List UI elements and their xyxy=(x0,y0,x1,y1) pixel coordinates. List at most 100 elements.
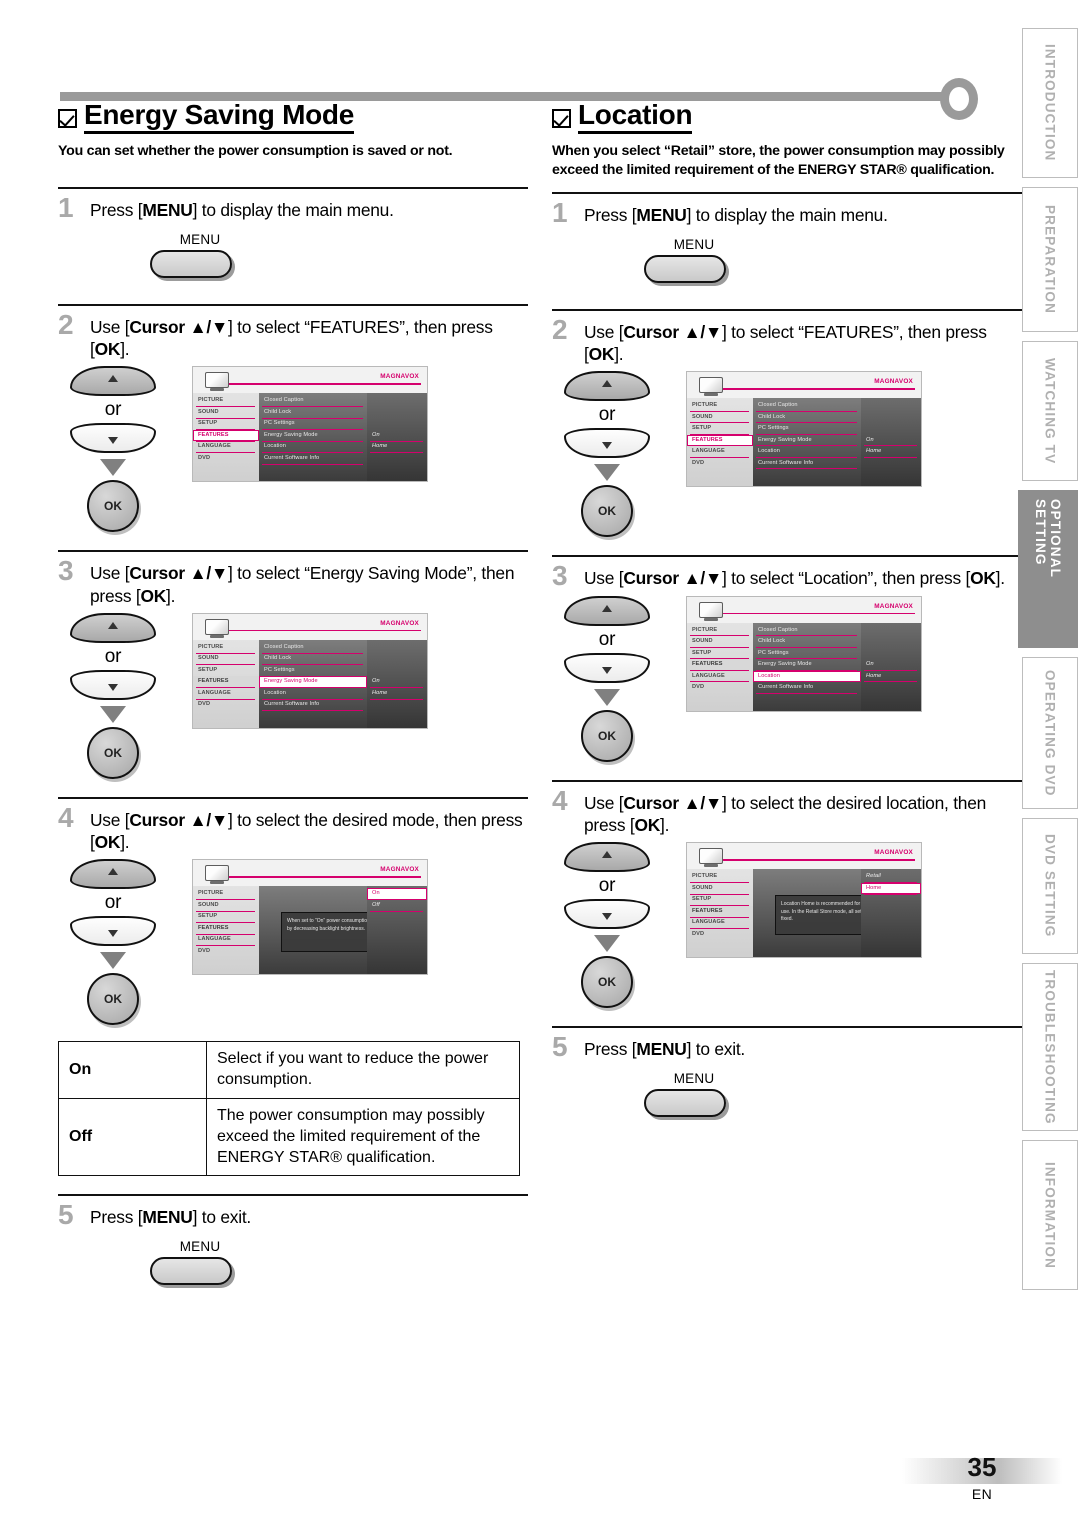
osd-category-picture[interactable]: PICTURE xyxy=(193,642,259,654)
cursor-up-button[interactable] xyxy=(564,595,650,626)
osd-category-setup[interactable]: SETUP xyxy=(193,418,259,430)
osd-category-setup[interactable]: SETUP xyxy=(193,665,259,677)
osd-value-energy-saving-mode[interactable]: On xyxy=(861,435,921,447)
osd-feature-energy-saving-mode[interactable]: Energy Saving Mode xyxy=(259,430,367,442)
cursor-down-button[interactable] xyxy=(70,669,156,700)
osd-category-picture[interactable]: PICTURE xyxy=(687,625,753,637)
osd-category-dvd[interactable]: DVD xyxy=(193,453,259,465)
menu-button[interactable] xyxy=(644,254,726,283)
osd-category-language[interactable]: LANGUAGE xyxy=(687,446,753,458)
osd-category-picture[interactable]: PICTURE xyxy=(193,395,259,407)
osd-category-language[interactable]: LANGUAGE xyxy=(687,917,753,929)
osd-option-on[interactable]: On xyxy=(367,888,427,900)
osd-category-features[interactable]: FEATURES xyxy=(193,922,259,935)
osd-category-sound[interactable]: SOUND xyxy=(687,636,753,648)
sidebar-item-information[interactable]: INFORMATION xyxy=(1022,1140,1078,1290)
sidebar-item-troubleshooting[interactable]: TROUBLESHOOTING xyxy=(1022,963,1078,1131)
osd-feature-closed-caption[interactable]: Closed Caption xyxy=(753,625,861,637)
osd-feature-closed-caption[interactable]: Closed Caption xyxy=(259,395,367,407)
osd-category-sound[interactable]: SOUND xyxy=(687,412,753,424)
osd-feature-location[interactable]: Location xyxy=(259,688,367,700)
cursor-down-button[interactable] xyxy=(70,916,156,947)
osd-feature-child-lock[interactable]: Child Lock xyxy=(753,412,861,424)
osd-value-location[interactable]: Home xyxy=(367,688,427,700)
osd-category-features[interactable]: FEATURES xyxy=(687,659,753,671)
osd-feature-energy-saving-mode[interactable]: Energy Saving Mode xyxy=(753,435,861,447)
osd-feature-pc-settings[interactable]: PC Settings xyxy=(753,648,861,660)
osd-value-location[interactable]: Home xyxy=(861,446,921,458)
ok-button[interactable]: OK xyxy=(87,726,139,779)
osd-category-sound[interactable]: SOUND xyxy=(193,407,259,419)
osd-value-location[interactable]: Home xyxy=(367,441,427,453)
osd-feature-location[interactable]: Location xyxy=(753,446,861,458)
sidebar-item-dvd-setting[interactable]: DVD SETTING xyxy=(1022,818,1078,954)
osd-category-setup[interactable]: SETUP xyxy=(687,894,753,906)
osd-category-picture[interactable]: PICTURE xyxy=(687,400,753,412)
ok-button[interactable]: OK xyxy=(581,709,633,762)
cursor-up-button[interactable] xyxy=(70,612,156,643)
ok-button[interactable]: OK xyxy=(87,973,139,1026)
cursor-down-button[interactable] xyxy=(564,652,650,683)
osd-feature-child-lock[interactable]: Child Lock xyxy=(753,636,861,648)
ok-button[interactable]: OK xyxy=(87,480,139,533)
osd-category-dvd[interactable]: DVD xyxy=(687,458,753,470)
ok-button[interactable]: OK xyxy=(581,956,633,1009)
osd-category-features[interactable]: FEATURES xyxy=(193,676,259,688)
osd-feature-energy-saving-mode[interactable]: Energy Saving Mode xyxy=(259,676,367,688)
osd-category-setup[interactable]: SETUP xyxy=(193,911,259,923)
osd-feature-closed-caption[interactable]: Closed Caption xyxy=(259,642,367,654)
cursor-down-button[interactable] xyxy=(564,428,650,459)
sidebar-item-preparation[interactable]: PREPARATION xyxy=(1022,187,1078,332)
osd-feature-pc-settings[interactable]: PC Settings xyxy=(259,665,367,677)
osd-category-dvd[interactable]: DVD xyxy=(193,946,259,958)
osd-category-dvd[interactable]: DVD xyxy=(687,682,753,694)
osd-category-dvd[interactable]: DVD xyxy=(687,929,753,941)
osd-category-language[interactable]: LANGUAGE xyxy=(193,441,259,453)
osd-feature-closed-caption[interactable]: Closed Caption xyxy=(753,400,861,412)
cursor-down-button[interactable] xyxy=(70,423,156,454)
cursor-up-button[interactable] xyxy=(70,366,156,397)
osd-feature-child-lock[interactable]: Child Lock xyxy=(259,407,367,419)
osd-feature-location[interactable]: Location xyxy=(753,670,861,683)
cursor-up-button[interactable] xyxy=(564,371,650,402)
osd-option-off[interactable]: Off xyxy=(367,900,427,912)
ok-button[interactable]: OK xyxy=(581,485,633,538)
osd-feature-location[interactable]: Location xyxy=(259,441,367,453)
osd-value-energy-saving-mode[interactable]: On xyxy=(367,430,427,442)
osd-feature-energy-saving-mode[interactable]: Energy Saving Mode xyxy=(753,659,861,671)
cursor-up-button[interactable] xyxy=(564,842,650,873)
osd-feature-pc-settings[interactable]: PC Settings xyxy=(259,418,367,430)
osd-category-setup[interactable]: SETUP xyxy=(687,423,753,435)
osd-feature-current-software-info[interactable]: Current Software Info xyxy=(259,453,367,465)
osd-category-language[interactable]: LANGUAGE xyxy=(193,688,259,700)
menu-button[interactable] xyxy=(150,249,232,278)
sidebar-item-introduction[interactable]: INTRODUCTION xyxy=(1022,28,1078,178)
osd-category-language[interactable]: LANGUAGE xyxy=(687,671,753,683)
menu-button[interactable] xyxy=(644,1088,726,1117)
osd-feature-current-software-info[interactable]: Current Software Info xyxy=(753,458,861,470)
osd-category-setup[interactable]: SETUP xyxy=(687,648,753,660)
osd-category-features[interactable]: FEATURES xyxy=(193,429,259,442)
osd-feature-pc-settings[interactable]: PC Settings xyxy=(753,423,861,435)
osd-value-energy-saving-mode[interactable]: On xyxy=(861,659,921,671)
osd-category-dvd[interactable]: DVD xyxy=(193,699,259,711)
osd-feature-current-software-info[interactable]: Current Software Info xyxy=(753,682,861,694)
sidebar-item-operating-dvd[interactable]: OPERATING DVD xyxy=(1022,657,1078,809)
sidebar-item-watching-tv[interactable]: WATCHING TV xyxy=(1022,341,1078,481)
osd-feature-child-lock[interactable]: Child Lock xyxy=(259,653,367,665)
osd-category-sound[interactable]: SOUND xyxy=(193,900,259,912)
osd-category-sound[interactable]: SOUND xyxy=(687,883,753,895)
cursor-up-button[interactable] xyxy=(70,859,156,890)
osd-feature-current-software-info[interactable]: Current Software Info xyxy=(259,699,367,711)
menu-button[interactable] xyxy=(150,1257,232,1286)
osd-category-features[interactable]: FEATURES xyxy=(687,434,753,447)
osd-category-sound[interactable]: SOUND xyxy=(193,653,259,665)
osd-value-energy-saving-mode[interactable]: On xyxy=(367,676,427,688)
osd-category-features[interactable]: FEATURES xyxy=(687,905,753,918)
osd-category-picture[interactable]: PICTURE xyxy=(193,888,259,900)
cursor-down-button[interactable] xyxy=(564,899,650,930)
sidebar-item-optional-setting[interactable]: OPTIONAL SETTING xyxy=(1018,490,1078,648)
osd-category-language[interactable]: LANGUAGE xyxy=(193,934,259,946)
osd-value-location[interactable]: Home xyxy=(861,671,921,683)
osd-category-picture[interactable]: PICTURE xyxy=(687,871,753,883)
